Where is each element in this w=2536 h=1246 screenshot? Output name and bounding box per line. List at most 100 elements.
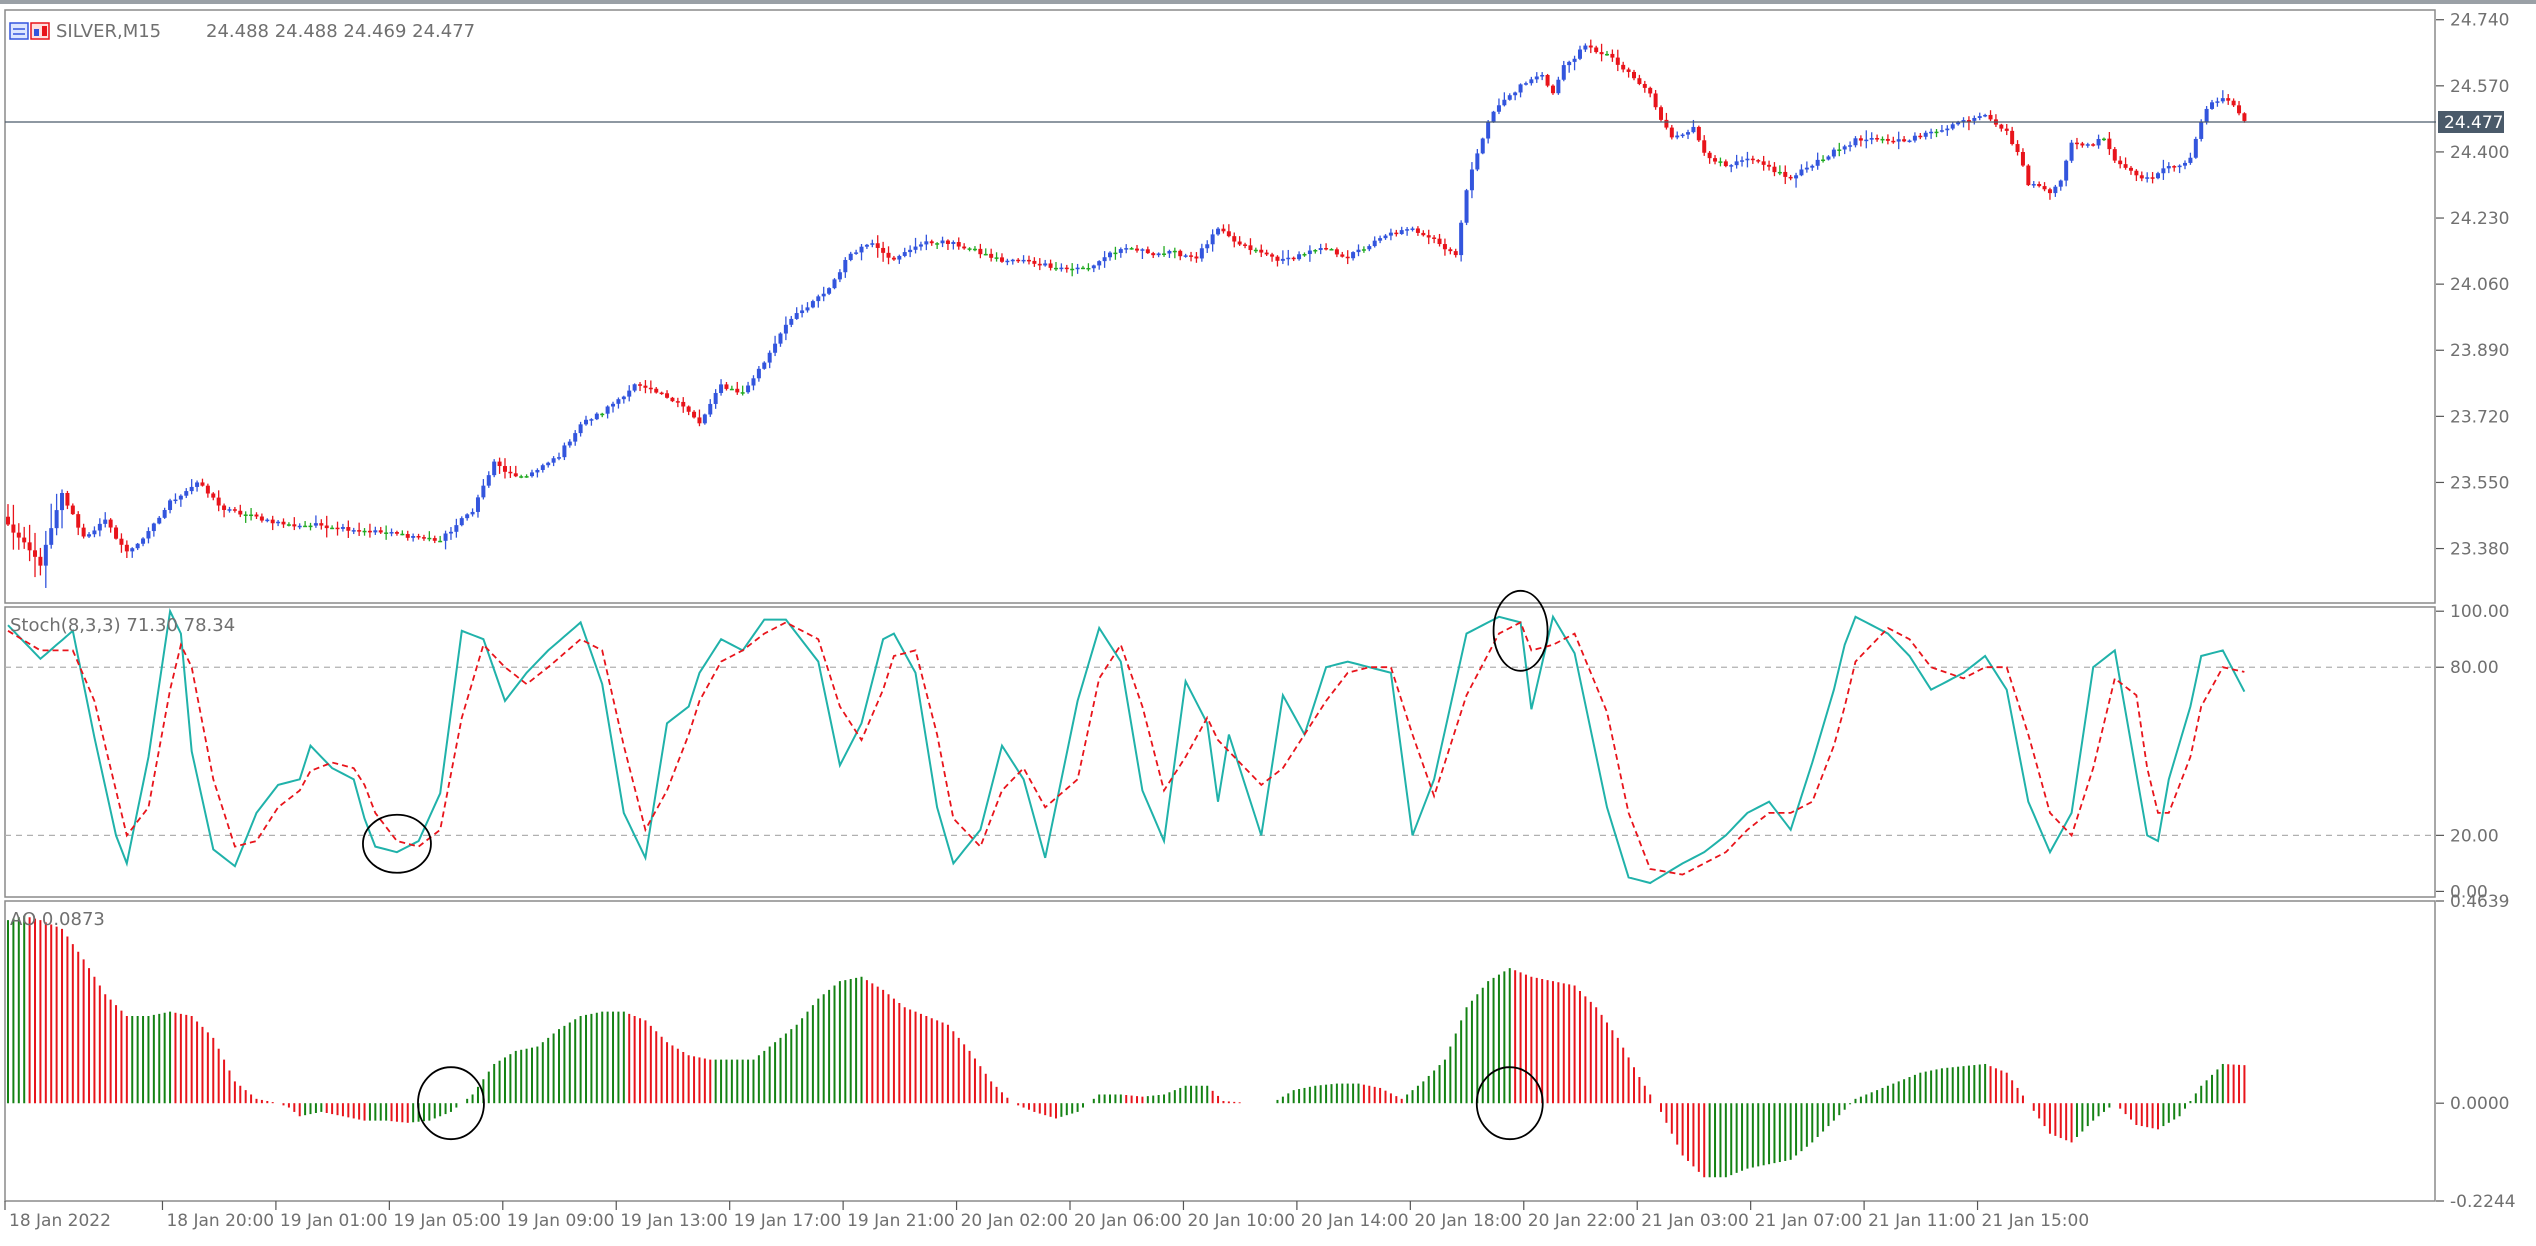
candle-body (735, 388, 740, 393)
candle-body (2204, 108, 2209, 122)
candle-body (800, 310, 805, 314)
candle-body (2074, 142, 2079, 145)
price-tick-label: 23.890 (2450, 341, 2509, 361)
candle-body (891, 257, 896, 260)
candle-body (292, 524, 297, 527)
candle-body (168, 500, 173, 511)
candle-body (232, 509, 237, 511)
candle-body (1232, 236, 1237, 242)
candle-body (935, 243, 940, 245)
candle-body (1502, 99, 1507, 106)
candle-body (1626, 69, 1631, 72)
candle-body (1453, 251, 1458, 256)
candle-body (1794, 175, 1799, 179)
candle-body (2134, 170, 2139, 176)
candle-body (1988, 114, 1993, 120)
candle-body (1604, 53, 1609, 56)
candle-body (49, 528, 54, 545)
candle-body (945, 240, 950, 244)
time-tick-label: 20 Jan 22:00 (1528, 1211, 1636, 1231)
candle-body (1297, 254, 1302, 260)
price-tick-label: 24.230 (2450, 209, 2509, 229)
candle-body (103, 519, 108, 524)
candle-body (2080, 143, 2085, 146)
candle-body (270, 519, 275, 524)
candle-body (2037, 184, 2042, 187)
candle-body (1632, 71, 1637, 79)
candle-body (227, 509, 232, 511)
candle-body (459, 518, 464, 526)
candle-body (405, 534, 410, 538)
time-tick-label: 19 Jan 21:00 (847, 1211, 955, 1231)
candle-body (1561, 65, 1566, 80)
time-tick-label: 19 Jan 05:00 (393, 1211, 501, 1231)
candle-body (2215, 101, 2220, 103)
candle-body (97, 523, 102, 531)
candle-body (1939, 130, 1944, 132)
candle-body (1902, 139, 1907, 142)
candle-body (486, 475, 491, 486)
candle-body (1307, 250, 1312, 255)
price-tick-label: 24.400 (2450, 143, 2509, 163)
candle-body (1740, 160, 1745, 162)
candle-body (670, 397, 675, 402)
candle-body (1804, 167, 1809, 170)
time-tick-label: 20 Jan 06:00 (1074, 1211, 1182, 1231)
stoch-tick-label: 80.00 (2450, 658, 2499, 678)
candle-body (1691, 126, 1696, 133)
candle-body (470, 511, 475, 515)
candle-body (2193, 138, 2198, 158)
candle-body (2155, 173, 2160, 179)
candle-body (1945, 128, 1950, 131)
candle-body (346, 527, 351, 531)
candle-body (616, 399, 621, 404)
candle-body (1264, 252, 1269, 255)
candle-body (632, 384, 637, 391)
candle-body (1405, 229, 1410, 231)
candle-body (913, 246, 918, 250)
candle-body (1178, 250, 1183, 257)
candle-body (848, 253, 853, 260)
candle-body (1675, 135, 1680, 138)
candle-body (1821, 159, 1826, 162)
candle (1545, 73, 1550, 88)
candle-body (551, 458, 556, 463)
candle-body (767, 352, 772, 363)
candle-body (1259, 249, 1264, 253)
candle (1659, 105, 1664, 122)
candle-body (557, 457, 562, 459)
candle-body (1442, 244, 1447, 250)
candle-body (1783, 171, 1788, 177)
candle-body (335, 527, 340, 530)
candle-body (2242, 113, 2247, 121)
candle-body (16, 532, 21, 538)
candle-body (2004, 128, 2009, 131)
candle-body (1026, 259, 1031, 262)
candle-body (411, 535, 416, 538)
candle-body (2091, 144, 2096, 146)
candle-body (605, 406, 610, 414)
candle-body (265, 519, 270, 522)
candle-body (389, 532, 394, 534)
candle-body (1572, 58, 1577, 62)
candle-body (1507, 95, 1512, 100)
candle-body (789, 318, 794, 325)
candle-body (416, 535, 421, 538)
stoch-tick-label: 20.00 (2450, 826, 2499, 846)
candle-body (654, 388, 659, 393)
candle-body (151, 523, 156, 532)
candle-body (2166, 166, 2171, 169)
candle-body (1243, 244, 1248, 246)
stochastic-label: Stoch(8,3,3) 71.30 78.34 (10, 615, 235, 636)
candle-body (886, 252, 891, 258)
candle-body (2188, 157, 2193, 163)
candle-body (962, 246, 967, 249)
candle-body (238, 510, 243, 515)
candle-body (1172, 250, 1177, 253)
candle-body (578, 424, 583, 434)
candle-body (870, 243, 875, 245)
candle-body (1210, 234, 1215, 245)
candle-body (475, 497, 480, 512)
candle-body (1053, 267, 1058, 270)
candle-body (1896, 139, 1901, 142)
